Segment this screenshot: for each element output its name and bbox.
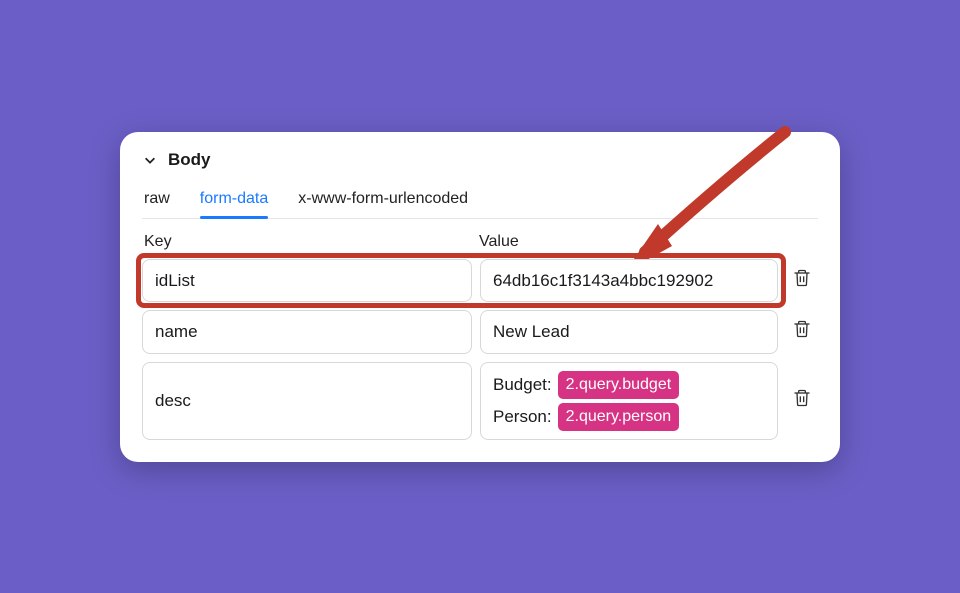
value-input[interactable]: Budget: 2.query.budget Person: 2.query.p…	[480, 362, 778, 440]
trash-icon	[792, 319, 812, 344]
delete-row-button[interactable]	[786, 259, 818, 303]
key-text: desc	[155, 388, 191, 414]
chevron-down-icon	[142, 152, 158, 168]
key-input[interactable]: desc	[142, 362, 472, 440]
delete-row-button[interactable]	[786, 362, 818, 440]
form-data-row: idList 64db16c1f3143a4bbc192902	[142, 259, 818, 303]
trash-icon	[792, 268, 812, 293]
value-input[interactable]: New Lead	[480, 310, 778, 354]
form-data-row: desc Budget: 2.query.budget Person: 2.qu…	[142, 362, 818, 440]
value-text: 64db16c1f3143a4bbc192902	[493, 268, 713, 294]
form-data-rows: idList 64db16c1f3143a4bbc192902 name New…	[142, 259, 818, 440]
key-input[interactable]: idList	[142, 259, 472, 303]
trash-icon	[792, 388, 812, 413]
form-data-column-headers: Key Value	[142, 233, 818, 259]
value-line: Budget: 2.query.budget	[493, 371, 765, 399]
variable-chip[interactable]: 2.query.person	[558, 403, 680, 431]
body-type-tabs: raw form-data x-www-form-urlencoded	[142, 184, 818, 219]
tab-form-data[interactable]: form-data	[200, 184, 268, 218]
value-text: New Lead	[493, 319, 570, 345]
tab-raw[interactable]: raw	[144, 184, 170, 218]
column-header-value: Value	[479, 233, 816, 251]
key-input[interactable]: name	[142, 310, 472, 354]
value-label: Person:	[493, 404, 552, 430]
tab-urlencoded[interactable]: x-www-form-urlencoded	[298, 184, 468, 218]
variable-chip[interactable]: 2.query.budget	[558, 371, 680, 399]
value-label: Budget:	[493, 372, 552, 398]
delete-row-button[interactable]	[786, 310, 818, 354]
value-input[interactable]: 64db16c1f3143a4bbc192902	[480, 259, 778, 303]
section-header[interactable]: Body	[142, 150, 818, 170]
form-data-row: name New Lead	[142, 310, 818, 354]
value-line: Person: 2.query.person	[493, 403, 765, 431]
key-text: name	[155, 319, 198, 345]
section-title: Body	[168, 150, 211, 170]
column-header-key: Key	[144, 233, 479, 251]
key-text: idList	[155, 268, 195, 294]
body-panel: Body raw form-data x-www-form-urlencoded…	[120, 132, 840, 462]
